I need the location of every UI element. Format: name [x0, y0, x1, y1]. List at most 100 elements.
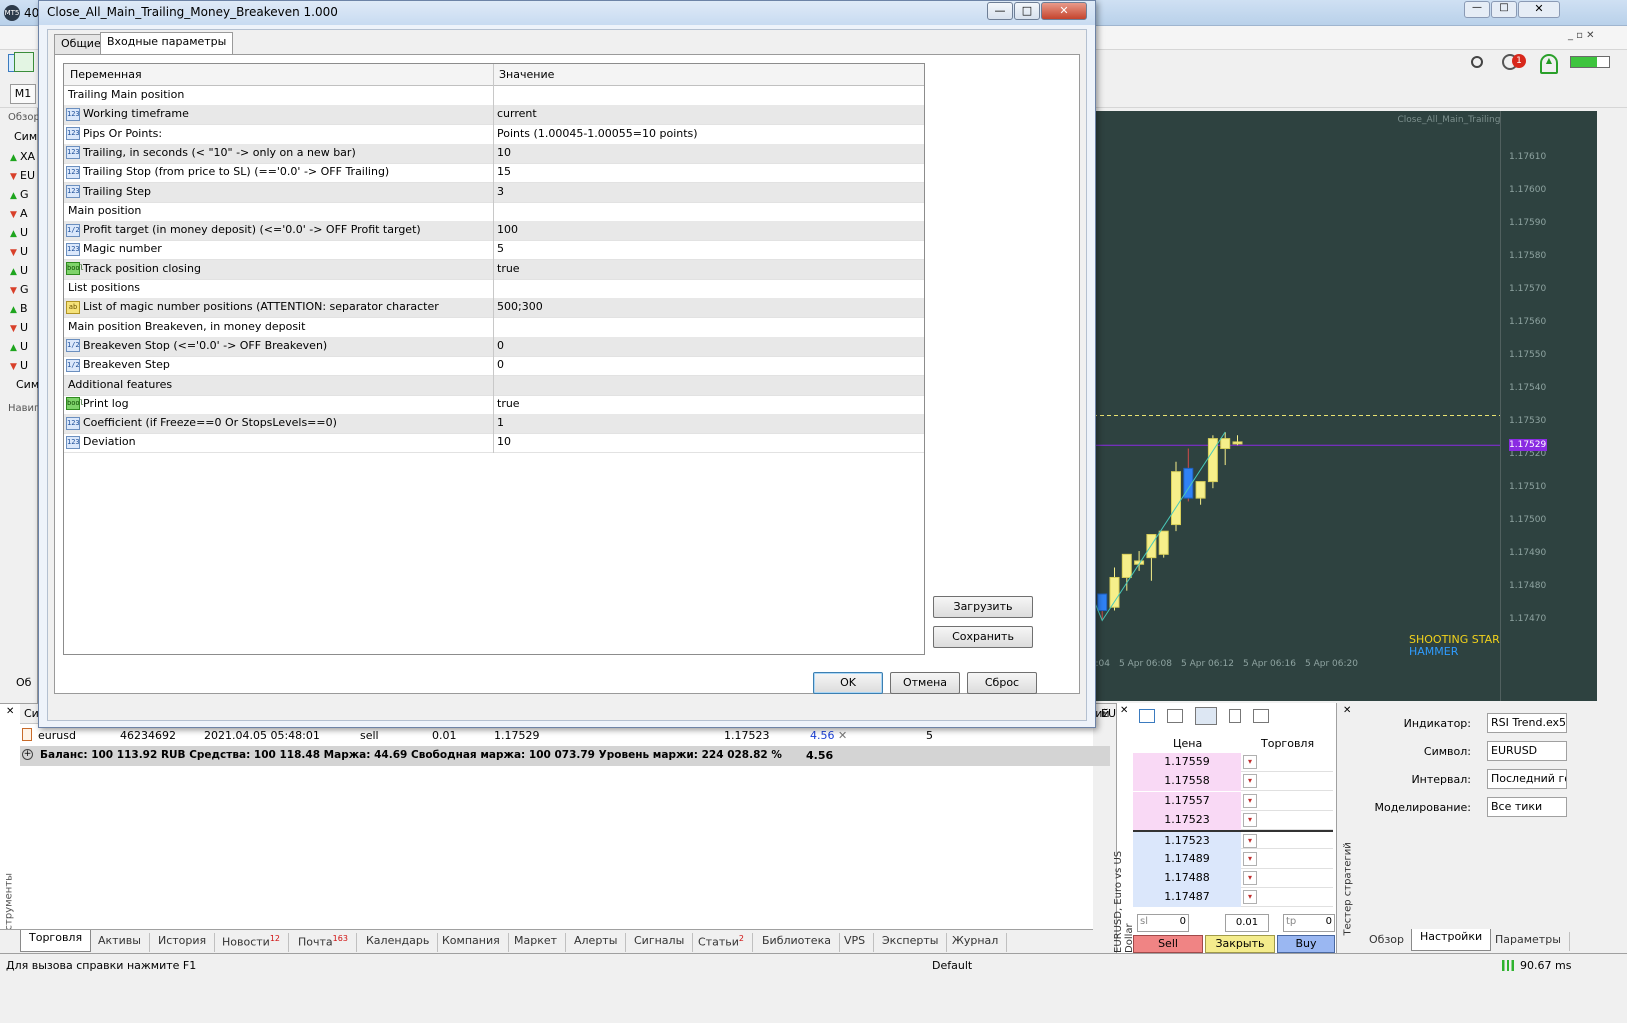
dom-list-icon[interactable]: [1229, 709, 1241, 723]
bg-window-close-button[interactable]: ✕: [1518, 1, 1560, 18]
param-value[interactable]: true: [495, 262, 915, 280]
volume-field[interactable]: 0.01: [1225, 914, 1269, 932]
price-axis[interactable]: 1.17610 1.17600 1.17590 1.17580 1.17570 1.175…: [1500, 111, 1597, 701]
dom-row[interactable]: 1.17489 ▾: [1133, 849, 1333, 869]
dialog-minimize-button[interactable]: —: [987, 2, 1013, 20]
param-row[interactable]: boolPrint log true: [64, 394, 924, 415]
param-row[interactable]: 1/2 Profit target (in money deposit) (<='…: [64, 221, 924, 242]
dom-row[interactable]: 1.17559 ▾: [1133, 753, 1333, 772]
navigator-tab[interactable]: Об: [16, 676, 31, 689]
param-row[interactable]: 1/2 Breakeven Step 0: [64, 356, 924, 377]
bg-window-maximize-button[interactable]: □: [1491, 1, 1517, 18]
param-value[interactable]: 1: [495, 416, 915, 434]
tester-tab[interactable]: Параметры: [1487, 932, 1570, 951]
buy-button[interactable]: Buy: [1277, 935, 1335, 953]
tp-field[interactable]: tp 0: [1283, 914, 1335, 932]
expand-icon[interactable]: +: [22, 749, 33, 760]
sl-field[interactable]: sl 0: [1137, 914, 1189, 932]
load-button[interactable]: Загрузить: [933, 596, 1033, 618]
param-value[interactable]: 10: [495, 435, 915, 453]
dom-tick-chart-icon[interactable]: [1139, 709, 1155, 723]
param-value[interactable]: true: [495, 397, 915, 415]
param-value[interactable]: 5: [495, 242, 915, 260]
tab-input-params[interactable]: Входные параметры: [100, 32, 234, 55]
param-value[interactable]: 500;300: [495, 300, 915, 318]
symbol-item[interactable]: ▼ U: [10, 359, 38, 377]
tester-tab[interactable]: Обзор: [1361, 932, 1414, 951]
param-row[interactable]: boolTrack position closing true: [64, 259, 924, 280]
dialog-close-button[interactable]: ✕: [1041, 2, 1087, 20]
dom-row[interactable]: 1.17558 ▾: [1133, 772, 1333, 792]
dom-settings-icon[interactable]: [1253, 709, 1269, 723]
dom-order-dropdown-icon[interactable]: ▾: [1243, 870, 1257, 885]
tester-field-value[interactable]: Последний го: [1487, 769, 1567, 789]
param-row[interactable]: 123 Trailing, in seconds (< "10" -> only …: [64, 143, 924, 164]
sell-button[interactable]: Sell: [1133, 935, 1203, 953]
dom-order-dropdown-icon[interactable]: ▾: [1243, 834, 1257, 849]
close-position-icon[interactable]: ✕: [838, 729, 847, 742]
toolbox-tab[interactable]: Маркет: [506, 933, 567, 952]
dom-row[interactable]: 1.17557 ▾: [1133, 791, 1333, 811]
dom-order-dropdown-icon[interactable]: ▾: [1243, 755, 1257, 769]
market-watch-tab[interactable]: Сим: [16, 378, 39, 391]
dom-order-dropdown-icon[interactable]: ▾: [1243, 812, 1257, 827]
save-button[interactable]: Сохранить: [933, 626, 1033, 648]
bg-window-minimize-button[interactable]: —: [1464, 1, 1490, 18]
toolbox-tab[interactable]: Сигналы: [626, 933, 694, 952]
symbol-item[interactable]: ▼ G: [10, 283, 38, 301]
symbol-item[interactable]: ▼ U: [10, 321, 38, 339]
param-value[interactable]: 3: [495, 185, 915, 203]
dom-order-dropdown-icon[interactable]: ▾: [1243, 793, 1257, 808]
toolbox-close-icon[interactable]: ✕: [6, 706, 14, 717]
dom-row[interactable]: 1.17523 ▾: [1133, 810, 1333, 830]
tester-field-value[interactable]: Все тики: [1487, 797, 1567, 817]
param-value[interactable]: 0: [495, 358, 915, 376]
dom-trade-icon[interactable]: [1195, 707, 1217, 725]
lvl-icon[interactable]: ▲: [1540, 54, 1558, 74]
dom-order-dropdown-icon[interactable]: ▾: [1243, 774, 1257, 789]
param-value[interactable]: 0: [495, 339, 915, 357]
chart-window-controls[interactable]: _ ▫ ✕: [1568, 30, 1595, 41]
toolbox-tab[interactable]: История: [150, 933, 216, 952]
dom-close-icon[interactable]: ✕: [1120, 705, 1128, 716]
trade-row[interactable]: eurusd 46234692 2021.04.05 05:48:01 sell…: [20, 726, 1110, 746]
param-value[interactable]: 10: [495, 146, 915, 164]
dom-row[interactable]: 1.17487 ▾: [1133, 888, 1333, 908]
param-row[interactable]: 123 Magic number 5: [64, 240, 924, 261]
toolbar-chart-icon[interactable]: [14, 52, 34, 72]
param-row[interactable]: 123 Working timeframe current: [64, 105, 924, 126]
reset-button[interactable]: Сброс: [967, 672, 1037, 694]
symbol-item[interactable]: ▼ EU: [10, 169, 38, 187]
tester-field-value[interactable]: EURUSD: [1487, 741, 1567, 761]
tester-close-icon[interactable]: ✕: [1343, 705, 1351, 716]
dom-row[interactable]: 1.17488 ▾: [1133, 868, 1333, 888]
param-row[interactable]: 123 Trailing Step 3: [64, 182, 924, 203]
toolbox-tab[interactable]: Новости12: [214, 933, 290, 952]
symbol-item[interactable]: ▲ U: [10, 340, 38, 358]
param-row[interactable]: 123 Deviation 10: [64, 433, 924, 454]
param-value[interactable]: Points (1.00045-1.00055=10 points): [495, 127, 915, 145]
tester-field-value[interactable]: RSI Trend.ex5: [1487, 713, 1567, 733]
toolbox-tab[interactable]: Эксперты: [874, 933, 948, 952]
toolbox-tab[interactable]: Журнал: [944, 933, 1008, 952]
cancel-button[interactable]: Отмена: [890, 672, 960, 694]
toolbox-tab[interactable]: Активы: [90, 933, 150, 952]
param-value[interactable]: 100: [495, 223, 915, 241]
dialog-maximize-button[interactable]: □: [1014, 2, 1040, 20]
status-profile[interactable]: Default: [932, 959, 972, 972]
dom-order-dropdown-icon[interactable]: ▾: [1243, 890, 1257, 905]
toolbox-tab[interactable]: Торговля: [20, 930, 92, 952]
dom-table-icon[interactable]: [1167, 709, 1183, 723]
param-value[interactable]: 15: [495, 165, 915, 183]
close-button[interactable]: Закрыть: [1205, 935, 1275, 953]
param-row[interactable]: 1/2 Breakeven Stop (<='0.0' -> OFF Breake…: [64, 336, 924, 357]
symbol-item[interactable]: ▲ U: [10, 226, 38, 244]
dom-order-dropdown-icon[interactable]: ▾: [1243, 851, 1257, 866]
toolbox-tab[interactable]: Библиотека: [754, 933, 840, 952]
param-row[interactable]: 123 Coefficient (if Freeze==0 Or StopsLev…: [64, 414, 924, 435]
symbol-item[interactable]: ▼ A: [10, 207, 38, 225]
param-value[interactable]: current: [495, 107, 915, 125]
toolbox-tab[interactable]: Алерты: [566, 933, 627, 952]
toolbox-tab[interactable]: Календарь: [358, 933, 439, 952]
toolbox-tab[interactable]: Компания: [434, 933, 509, 952]
